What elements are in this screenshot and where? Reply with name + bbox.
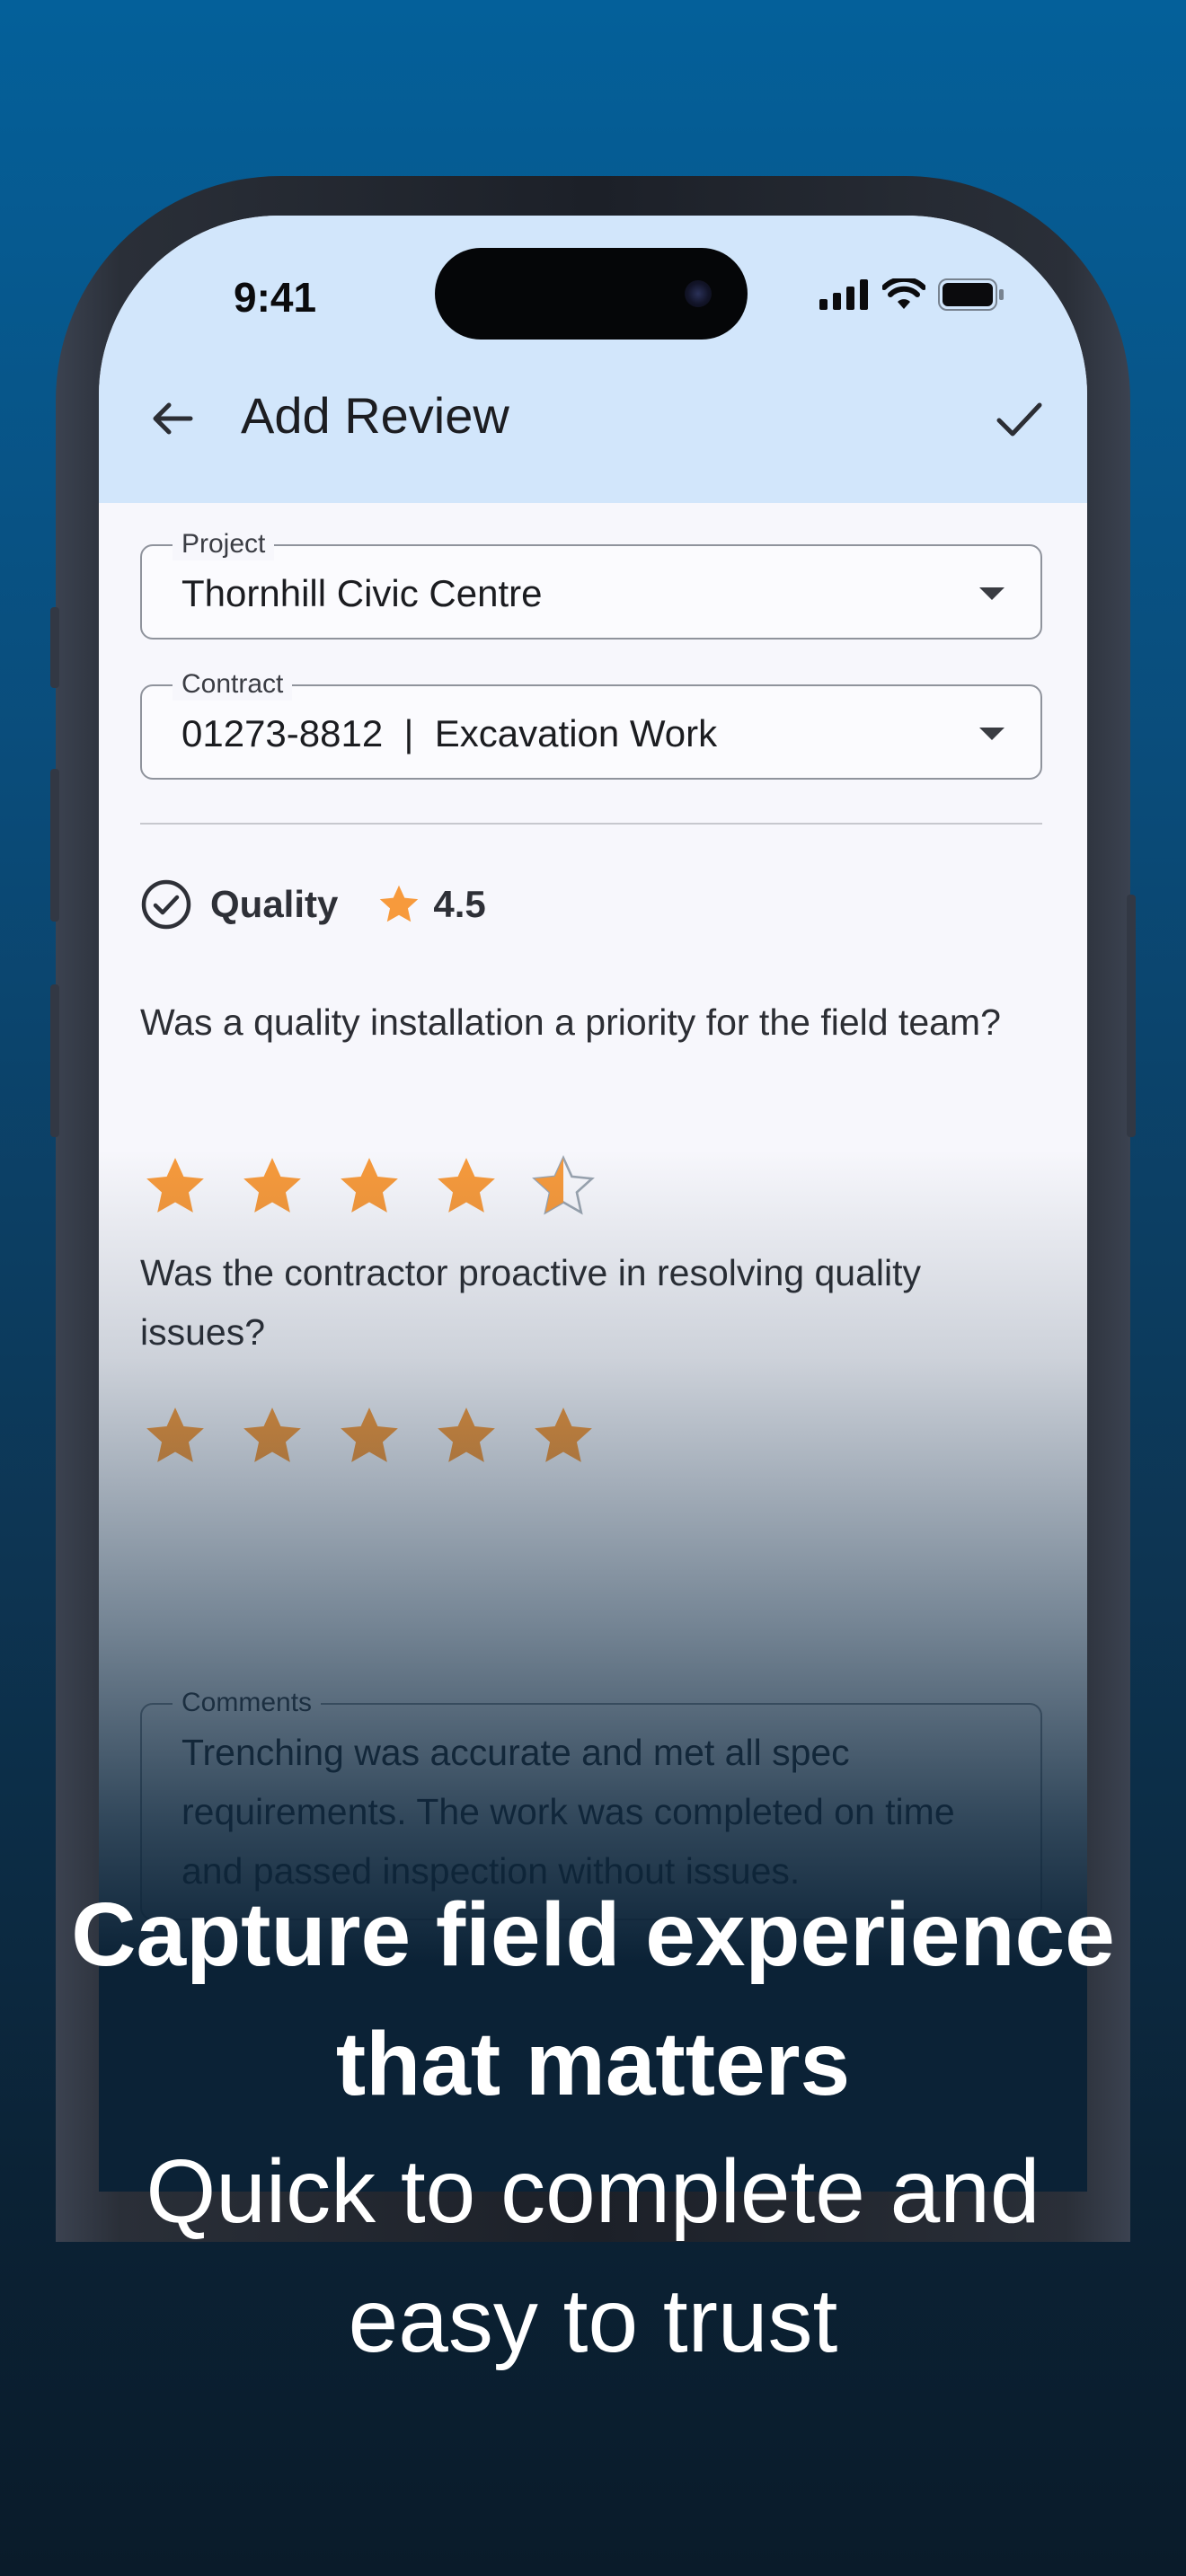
contract-dropdown[interactable]: Contract 01273-8812 | Excavation Work [140,668,1042,780]
dropdown-arrow-icon [979,728,1005,740]
status-icons [819,278,1005,311]
star-icon[interactable] [528,1401,598,1471]
star-icon[interactable] [237,1401,307,1471]
project-value: Thornhill Civic Centre [181,572,543,614]
subline-line-1: Quick to complete and [146,2141,1040,2242]
action-button [50,607,59,688]
volume-up-button [50,769,59,922]
project-label: Project [173,528,275,560]
subline-line-2: easy to trust [348,2271,838,2371]
question-2: Was the contractor proactive in resolvin… [140,1252,921,1353]
star-icon[interactable] [140,1401,210,1471]
app-bar: 9:41 Add Review [99,216,1087,503]
divider [140,823,1042,825]
headline-line-2: that matters [335,2014,851,2114]
volume-down-button [50,984,59,1137]
marketing-subline: Quick to complete and easy to trust [0,2127,1186,2386]
dropdown-arrow-icon [979,587,1005,600]
question-1: Was a quality installation a priority fo… [140,1001,1001,1043]
star-icon [380,885,419,922]
check-circle-icon [141,879,191,930]
back-arrow-icon[interactable] [146,392,199,446]
comments-label: Comments [173,1687,322,1719]
status-time: 9:41 [234,274,317,321]
camera-icon [685,280,712,307]
headline-line-1: Capture field experience [71,1884,1115,1985]
wifi-icon [882,278,925,309]
signal-icon [819,279,868,310]
battery-icon [938,278,1004,311]
star-icon[interactable] [237,1151,307,1222]
star-rating-q2[interactable] [140,1401,598,1471]
quality-title: Quality [210,883,339,925]
marketing-headline: Capture field experience that matters [0,1870,1186,2129]
star-icon[interactable] [334,1151,404,1222]
page-title: Add Review [241,387,509,444]
contract-value: 01273-8812 | Excavation Work [181,712,718,754]
star-icon[interactable] [140,1151,210,1222]
dynamic-island [435,248,748,340]
star-rating-q1[interactable] [140,1151,598,1222]
project-dropdown[interactable]: Project Thornhill Civic Centre [140,528,1042,640]
check-icon[interactable] [990,390,1048,447]
quality-rating: 4.5 [433,883,486,925]
star-icon[interactable] [528,1151,598,1222]
star-icon[interactable] [431,1151,501,1222]
contract-label: Contract [173,668,293,701]
star-icon[interactable] [431,1401,501,1471]
quality-section-header: Quality 4.5 [140,878,486,931]
power-button [1127,895,1136,1137]
star-icon[interactable] [334,1401,404,1471]
